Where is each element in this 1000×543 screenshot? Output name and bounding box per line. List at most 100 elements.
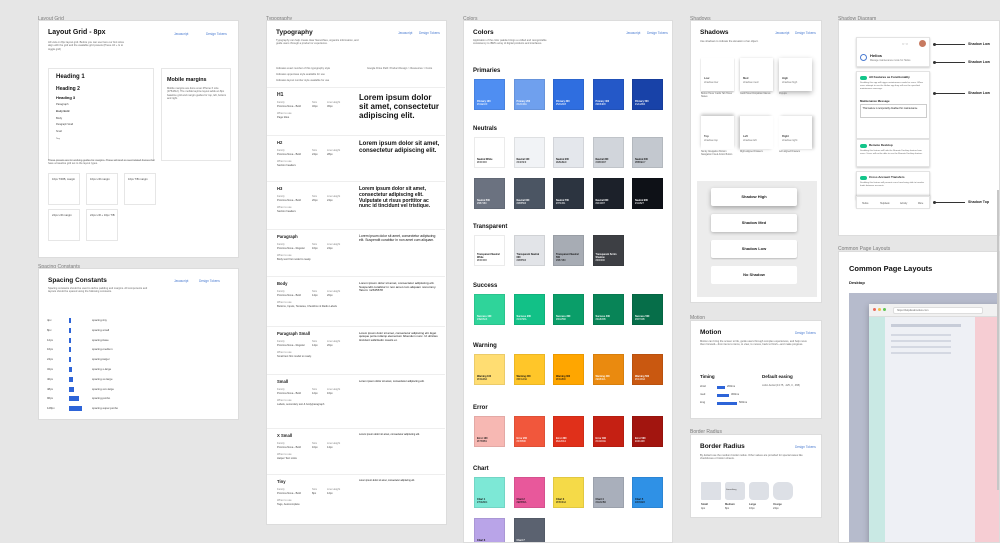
spacing-bar	[69, 396, 79, 402]
nav-item[interactable]: Helpdesk	[880, 203, 890, 205]
color-swatch: Chart 1 #7DE8D4	[474, 477, 505, 508]
color-swatch: Transparent Neutral 600 #4B5563	[513, 235, 545, 266]
font-size: 10px	[312, 446, 318, 449]
line-height-col-label: Line Height	[327, 149, 341, 152]
maximize-dot-icon[interactable]	[883, 308, 886, 311]
color-swatch-label: Chart 4 #A9AFBD	[596, 498, 607, 504]
spacing-bar	[69, 347, 71, 353]
color-swatch: Chart 5 #2D90E5	[632, 477, 663, 508]
layout-javascript-link[interactable]: Javascript	[174, 32, 188, 36]
spacing-value: 24px	[47, 357, 54, 362]
shadow-tile-token: shadow-right	[782, 139, 798, 142]
margin-preset-tile: 16px T/R/B, margin	[48, 173, 80, 205]
typography-design-tokens-link[interactable]: Design Tokens	[419, 31, 440, 35]
content-bar	[891, 352, 951, 354]
color-swatch-label: Error 500 #A01208	[635, 437, 646, 443]
swatch-hex: #3ED6A3	[477, 318, 488, 321]
spacing-description: Spacing constants should be used to defi…	[48, 287, 148, 294]
address-bar[interactable]: https://helpdeskmotive.com	[893, 306, 983, 314]
color-swatch: Chart 3 #F5D94A	[553, 477, 584, 508]
nav-item[interactable]: More	[918, 203, 923, 205]
feature-toggle[interactable]	[860, 176, 867, 180]
color-swatch-label: Neutral 600 #4B5563	[517, 199, 530, 205]
layout-design-tokens-link[interactable]: Design Tokens	[206, 32, 227, 36]
type-style-name: Small	[277, 379, 289, 384]
when-to-use-label: When to use	[277, 399, 292, 402]
font-size: 24px	[312, 153, 318, 156]
shadow-high-button[interactable]: Shadow High	[711, 188, 797, 206]
no-shadow-button[interactable]: No Shadow	[711, 266, 797, 284]
annotation-line	[935, 62, 965, 63]
swatch-hex: #6B7280	[477, 202, 487, 205]
swatch-hex: #7DE8D4	[477, 501, 488, 504]
radius-value: 16px	[749, 507, 755, 510]
shadow-tile: Right shadow-right	[779, 116, 812, 149]
when-to-use: Section headers	[277, 164, 296, 167]
size-col-label: Size	[312, 195, 318, 198]
maintenance-message-input[interactable]: This feature is temporarily disabled for…	[860, 104, 927, 118]
swatch-hex: #1F2937	[595, 202, 605, 205]
color-swatch-label: Success 500 #06704B	[635, 315, 649, 321]
when-to-use: Body text first model to ready.	[277, 258, 312, 261]
shadow-tile-usage: Left aligned Drawers	[779, 151, 801, 153]
shadows-javascript-link[interactable]: Javascript	[775, 31, 789, 35]
colors-design-tokens-link[interactable]: Design Tokens	[647, 31, 668, 35]
nav-item[interactable]: Helios	[862, 203, 868, 205]
content-bar	[891, 334, 951, 336]
family-col-label: Family	[277, 149, 285, 152]
motion-duration-name: long	[700, 401, 706, 404]
shadows-design-tokens-link[interactable]: Design Tokens	[795, 31, 816, 35]
line-height: 16px	[327, 392, 333, 395]
timing-heading: Timing	[700, 374, 715, 379]
spacing-value: 40px	[47, 376, 54, 381]
helios-app-sub: Manage maintenance mode for Helios	[870, 59, 911, 62]
font-family: Proxima Nova - Bold	[277, 392, 301, 395]
feature-toggle[interactable]	[860, 76, 867, 80]
shadow-med-button[interactable]: Shadow Med	[711, 214, 797, 232]
page-scrollbar[interactable]	[997, 190, 999, 490]
spacing-javascript-link[interactable]: Javascript	[174, 279, 188, 283]
size-col-label: Size	[312, 290, 318, 293]
spacing-design-tokens-link[interactable]: Design Tokens	[199, 279, 220, 283]
diagram-bottom-nav: Helios Helpdesk Activity More	[856, 196, 930, 209]
spacing-token: spacing-tiny	[92, 318, 107, 322]
shadow-low-button[interactable]: Shadow Low	[711, 240, 797, 258]
radius-name: XLarge	[773, 503, 782, 506]
shadows-description: Use shadows to indicate the elevation of…	[700, 40, 759, 43]
color-swatch-label: Warning 400 #E9840A	[596, 375, 610, 381]
motion-duration-bar	[717, 393, 729, 397]
feature-description: Disabling this feature will prevent user…	[860, 182, 925, 187]
color-swatch-label: Warning 500 #C44F0A	[635, 375, 649, 381]
feature-toggle[interactable]	[860, 144, 867, 148]
font-size: 12px	[312, 392, 318, 395]
family-col-label: Family	[277, 388, 285, 391]
nav-item[interactable]: Activity	[900, 203, 907, 205]
colors-javascript-link[interactable]: Javascript	[626, 31, 640, 35]
spacing-bar	[69, 406, 82, 412]
color-swatch: Error 200 #F4583F	[513, 416, 545, 447]
browser-window: https://helpdeskmotive.com	[869, 304, 999, 542]
minimize-dot-icon[interactable]	[878, 308, 881, 311]
color-swatch: Primary 200 #A3C4FA	[513, 79, 545, 110]
border-design-tokens-link[interactable]: Design Tokens	[795, 445, 816, 449]
spacing-value: 16px	[47, 347, 54, 352]
motion-design-tokens-link[interactable]: Design Tokens	[795, 331, 816, 335]
motion-card: Motion Design Tokens Motion can bring th…	[690, 320, 822, 419]
heading-3-sample: Heading 3	[56, 95, 76, 100]
shadow-tile-token: shadow-left	[743, 139, 757, 142]
avatar[interactable]	[919, 40, 926, 47]
color-swatch-label: Chart 6#B9A3E8	[477, 539, 487, 542]
spacing-token: spacing-base	[92, 337, 109, 342]
color-swatch-label: Transparent Neutral White #FFFFFF	[477, 253, 504, 262]
family-col-label: Family	[277, 488, 285, 491]
color-swatch: Success 400 #0A8A5B	[592, 294, 624, 325]
font-size: 16px	[312, 247, 318, 250]
type-style-name: Paragraph	[277, 234, 298, 239]
swatch-hex: #CAE1FF	[477, 103, 488, 106]
layout-grid-title: Layout Grid - 8px	[48, 29, 106, 36]
close-dot-icon[interactable]	[873, 308, 876, 311]
typography-javascript-link[interactable]: Javascript	[398, 31, 412, 35]
type-sample-text: Lorem ipsum dolor sit amet, consectetur …	[359, 234, 436, 242]
typography-legend-3: Indicates layout number style available …	[276, 79, 330, 82]
when-to-use: Tags, Autocomplete	[277, 503, 300, 506]
